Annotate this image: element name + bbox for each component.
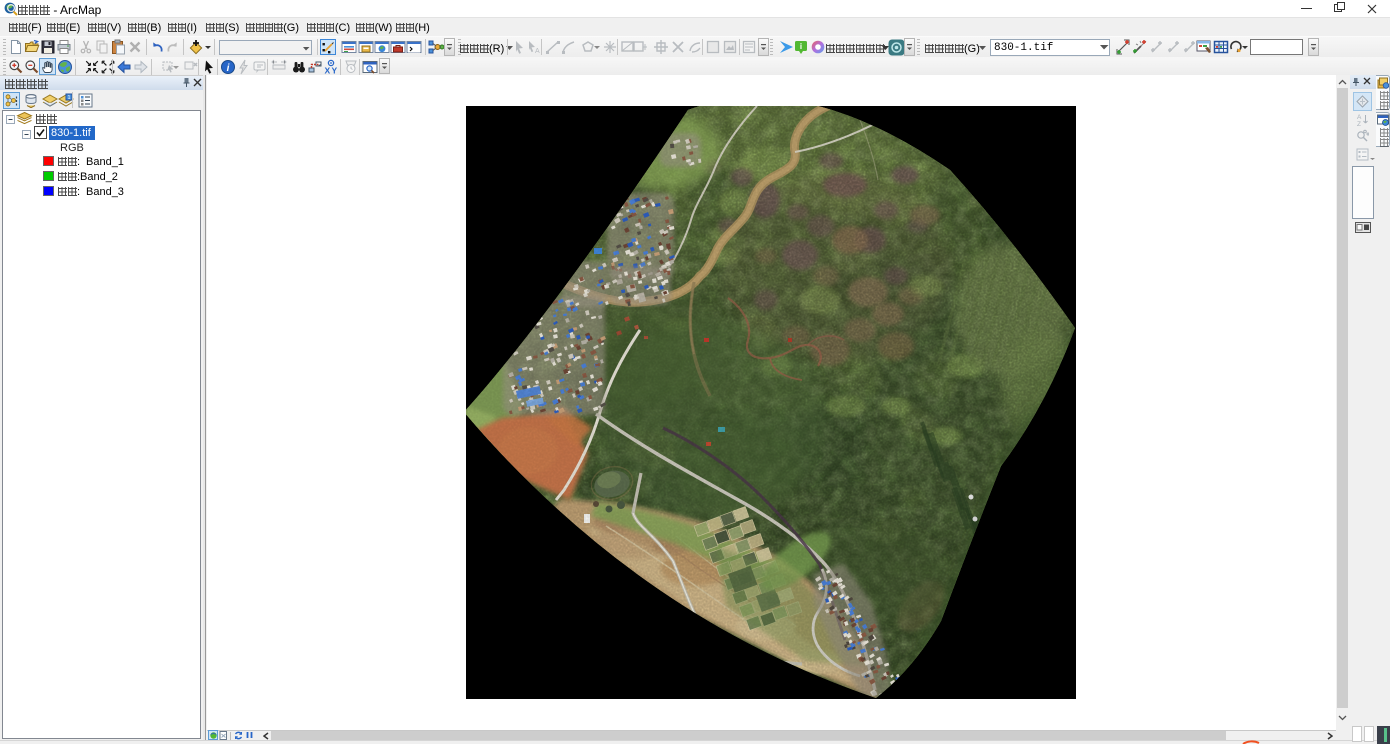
svg-text:A: A [1357,114,1362,121]
svg-text:i: i [800,42,802,51]
svg-text:Z: Z [1357,121,1361,126]
svg-text:1: 1 [68,95,71,101]
svg-text:Y: Y [332,66,338,76]
svg-text:A: A [535,48,540,55]
svg-text:X: X [325,66,331,76]
svg-text:i: i [227,63,230,74]
